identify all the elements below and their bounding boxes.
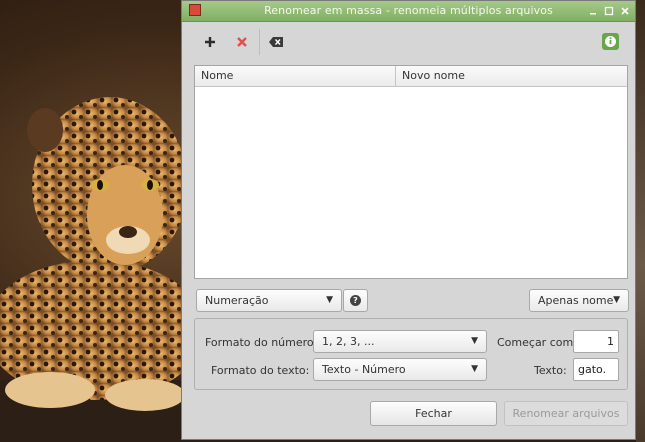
window-title: Renomear em massa - renomeia múltiplos a… <box>264 4 553 17</box>
maximize-button[interactable] <box>603 5 615 17</box>
scope-dropdown[interactable]: Apenas nome ▼ <box>529 289 629 312</box>
close-window-button[interactable] <box>619 5 631 17</box>
text-format-value: Texto - Número <box>322 363 406 376</box>
text-format-label: Formato do texto: <box>211 364 310 377</box>
bulk-rename-window: Renomear em massa - renomeia múltiplos a… <box>181 0 636 440</box>
file-list-header: Nome Novo nome <box>195 66 627 87</box>
maximize-icon <box>604 6 614 16</box>
text-format-dropdown[interactable]: Texto - Número ▼ <box>313 358 487 381</box>
text-field[interactable]: gato. <box>573 358 619 381</box>
close-button[interactable]: Fechar <box>370 401 497 426</box>
rename-mode-value: Numeração <box>205 294 269 307</box>
minimize-icon <box>590 13 596 15</box>
chevron-down-icon: ▼ <box>471 364 478 374</box>
help-icon: ? <box>350 295 361 306</box>
rename-mode-dropdown[interactable]: Numeração ▼ <box>196 289 342 312</box>
title-bar[interactable]: Renomear em massa - renomeia múltiplos a… <box>182 1 635 22</box>
info-icon <box>605 36 616 47</box>
numbering-options-panel: Formato do número: 1, 2, 3, ... ▼ Começa… <box>194 318 628 390</box>
chevron-down-icon: ▼ <box>326 295 333 305</box>
clear-list-button[interactable] <box>265 31 287 53</box>
remove-files-button[interactable] <box>231 31 253 53</box>
add-files-button[interactable] <box>199 31 221 53</box>
desktop-wallpaper-edge <box>636 0 645 442</box>
rename-files-button[interactable]: Renomear arquivos <box>504 401 628 426</box>
chevron-down-icon: ▼ <box>613 295 620 305</box>
about-button[interactable] <box>602 33 619 50</box>
column-header-new-name[interactable]: Novo nome <box>396 66 627 86</box>
column-header-name[interactable]: Nome <box>195 66 396 86</box>
plus-icon <box>205 37 215 47</box>
chevron-down-icon: ▼ <box>471 336 478 346</box>
toolbar <box>182 23 635 61</box>
close-icon <box>621 7 629 15</box>
minimize-button[interactable] <box>587 5 599 17</box>
text-label: Texto: <box>534 364 567 377</box>
start-with-field[interactable]: 1 <box>573 330 619 353</box>
help-button[interactable]: ? <box>343 289 368 312</box>
file-list[interactable]: Nome Novo nome <box>194 65 628 279</box>
number-format-value: 1, 2, 3, ... <box>322 335 375 348</box>
backspace-icon <box>269 37 283 47</box>
x-icon <box>237 37 247 47</box>
number-format-dropdown[interactable]: 1, 2, 3, ... ▼ <box>313 330 487 353</box>
start-with-label: Começar com: <box>497 336 577 349</box>
number-format-label: Formato do número: <box>205 336 318 349</box>
toolbar-separator <box>259 29 260 55</box>
scope-value: Apenas nome <box>538 294 614 307</box>
